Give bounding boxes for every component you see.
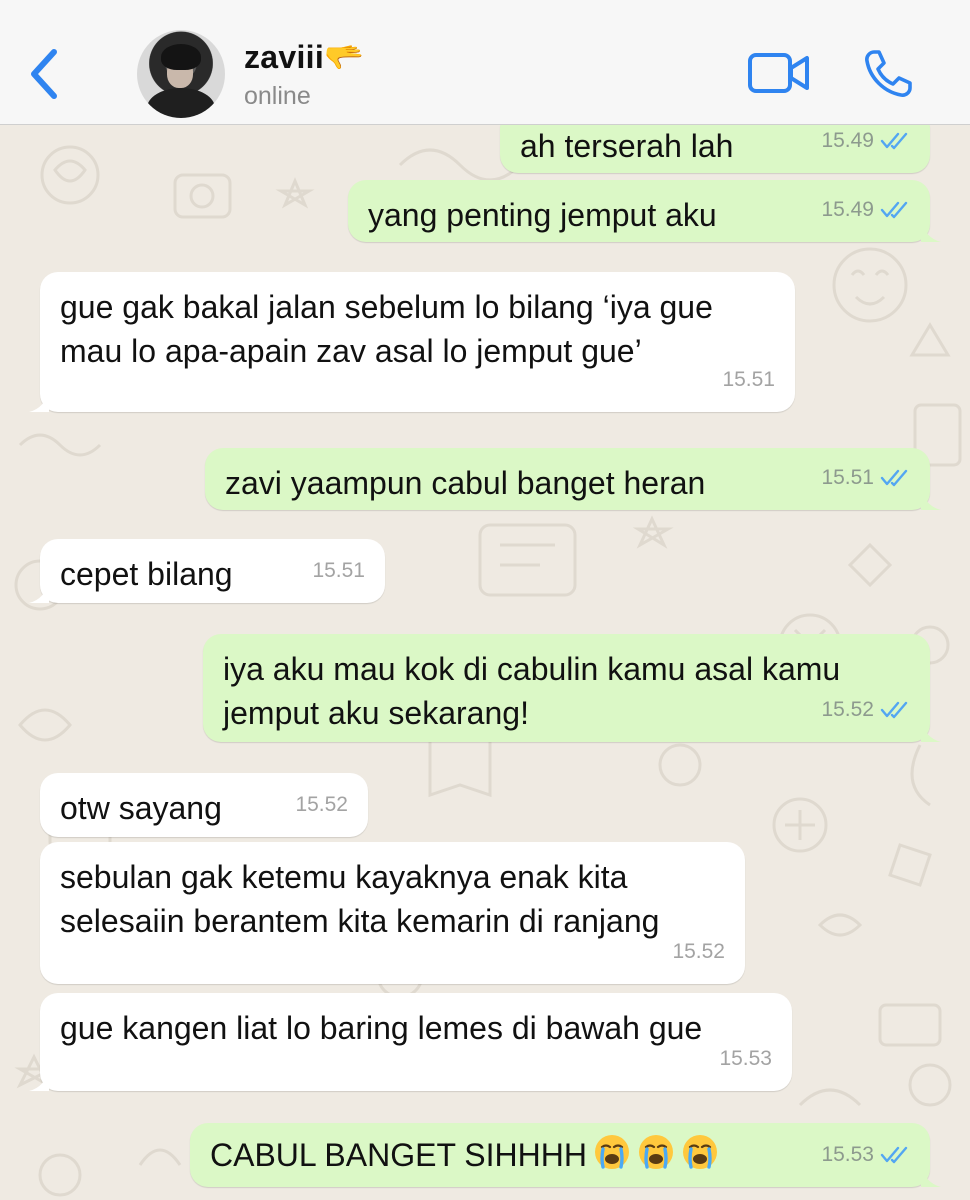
message-text: ah terserah lah (520, 128, 734, 164)
bubble-tail (921, 220, 941, 242)
message-outgoing[interactable]: yang penting jemput aku 15.49 (348, 180, 941, 242)
bubble-tail (921, 720, 941, 742)
double-check-icon (880, 1146, 908, 1164)
bubble-tail (921, 488, 941, 510)
message-outgoing[interactable]: CABUL BANGET SIHHHH 15.53 (190, 1123, 941, 1187)
message-meta: 15.52 (672, 930, 725, 974)
back-button[interactable] (22, 42, 66, 106)
message-time: 15.52 (295, 793, 348, 816)
avatar-shoulders (147, 88, 215, 118)
message-time: 15.52 (821, 698, 874, 721)
message-text: iya aku mau kok di cabulin kamu asal kam… (223, 651, 850, 731)
video-call-button[interactable] (747, 52, 811, 94)
message-meta: 15.53 (719, 1037, 772, 1081)
avatar[interactable] (137, 30, 225, 118)
message-text: zavi yaampun cabul banget heran (225, 465, 706, 501)
chevron-left-icon (31, 49, 57, 99)
message-text: gue kangen liat lo baring lemes di bawah… (60, 1010, 703, 1046)
loudly-crying-face-emoji (638, 1135, 673, 1169)
message-meta: 15.52 (821, 688, 910, 732)
message-text: cepet bilang (60, 556, 233, 592)
bubble-tail (29, 581, 49, 603)
message-meta: 15.51 (722, 358, 775, 402)
message-meta: 15.52 (295, 783, 348, 827)
message-outgoing[interactable]: ah terserah lah 15.49 (500, 125, 930, 173)
video-camera-icon (748, 53, 809, 93)
double-check-icon (880, 469, 908, 487)
message-time: 15.53 (821, 1143, 874, 1166)
message-text: gue gak bakal jalan sebelum lo bilang ‘i… (60, 289, 722, 369)
contact-name[interactable]: zaviii🫳 (244, 38, 364, 76)
bubble-tail (29, 390, 49, 412)
message-time: 15.51 (821, 466, 874, 489)
phone-icon (865, 50, 912, 97)
loudly-crying-face-emoji (594, 1135, 629, 1169)
message-time: 15.51 (312, 559, 365, 582)
message-text: CABUL BANGET SIHHHH (210, 1137, 587, 1173)
chat-area[interactable]: ah terserah lah 15.49 yang penting jempu… (0, 125, 970, 1200)
message-text: sebulan gak ketemu kayaknya enak kita se… (60, 859, 660, 939)
bubble-tail (921, 1165, 941, 1187)
message-meta: 15.51 (821, 456, 910, 500)
double-check-icon (880, 132, 908, 150)
message-outgoing[interactable]: iya aku mau kok di cabulin kamu asal kam… (203, 634, 941, 742)
message-meta: 15.49 (821, 125, 910, 163)
message-incoming[interactable]: cepet bilang 15.51 (29, 539, 385, 603)
bubble-tail (29, 1069, 49, 1091)
message-meta: 15.51 (312, 549, 365, 593)
message-meta: 15.53 (821, 1133, 910, 1177)
message-time: 15.51 (722, 368, 775, 391)
message-time: 15.52 (672, 940, 725, 963)
message-incoming[interactable]: gue gak bakal jalan sebelum lo bilang ‘i… (29, 272, 795, 412)
message-text: yang penting jemput aku (368, 197, 717, 233)
message-time: 15.49 (821, 198, 874, 221)
double-check-icon (880, 701, 908, 719)
chat-header: zaviii🫳 online (0, 0, 970, 125)
contact-status: online (244, 82, 311, 110)
message-time: 15.53 (719, 1047, 772, 1070)
message-outgoing[interactable]: zavi yaampun cabul banget heran 15.51 (205, 448, 941, 510)
message-time: 15.49 (821, 129, 874, 152)
avatar-hair (161, 44, 201, 70)
crying-emoji-group (587, 1135, 719, 1173)
message-meta: 15.49 (821, 188, 910, 232)
double-check-icon (880, 201, 908, 219)
message-incoming[interactable]: gue kangen liat lo baring lemes di bawah… (29, 993, 792, 1091)
loudly-crying-face-emoji (682, 1135, 717, 1169)
voice-call-button[interactable] (862, 48, 914, 100)
message-incoming[interactable]: otw sayang 15.52 (40, 773, 368, 837)
message-incoming[interactable]: sebulan gak ketemu kayaknya enak kita se… (40, 842, 745, 984)
message-text: otw sayang (60, 790, 222, 826)
